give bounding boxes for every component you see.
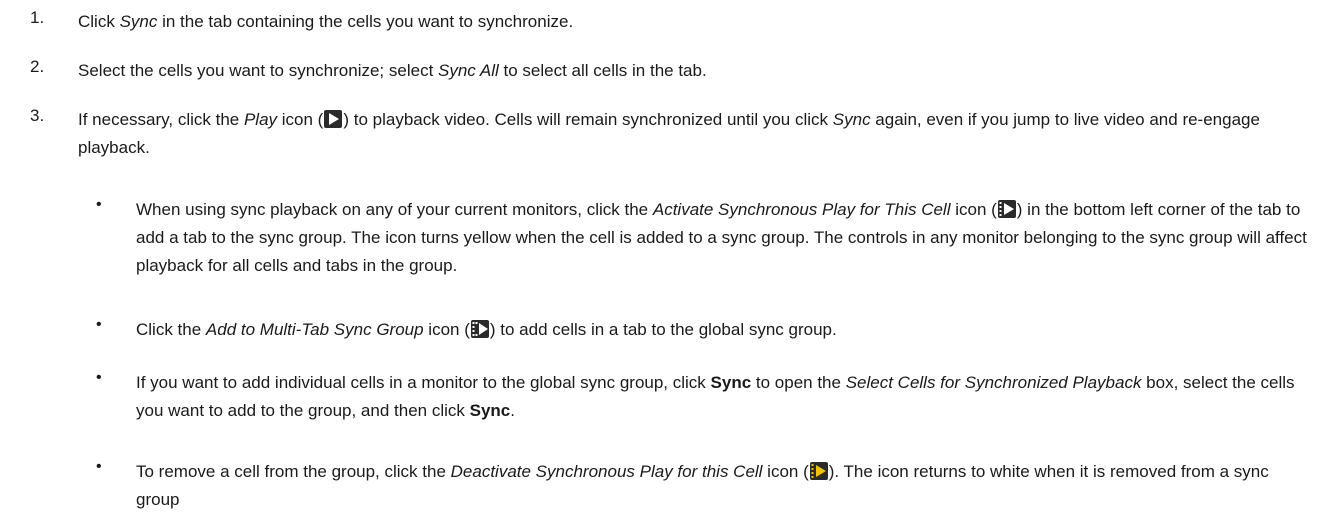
ui-term-sync: Sync — [469, 401, 511, 420]
step-text: Select the cells you want to synchronize… — [78, 61, 707, 80]
sync-play-icon — [997, 200, 1016, 218]
bullet-text: If you want to add individual cells in a… — [136, 373, 1295, 420]
step-text: Click Sync in the tab containing the cel… — [78, 12, 574, 31]
bullet-marker: • — [96, 369, 102, 386]
sync-play-active-icon — [809, 462, 828, 480]
play-icon — [324, 110, 343, 128]
ui-term-multi-tab-sync: Add to Multi-Tab Sync Group — [205, 320, 424, 339]
bullet-marker: • — [96, 458, 102, 475]
bullet-text: Click the Add to Multi-Tab Sync Group ic… — [136, 320, 837, 339]
ui-term-deactivate-sync: Deactivate Synchronous Play for this Cel… — [450, 462, 763, 481]
ui-term-sync-all: Sync All — [438, 61, 499, 80]
step-number: 1. — [30, 8, 45, 27]
step-number: 2. — [30, 57, 45, 76]
bullet-text: When using sync playback on any of your … — [136, 200, 1307, 275]
ui-term-play: Play — [243, 110, 278, 129]
ui-term-sync: Sync — [832, 110, 871, 129]
ui-term-sync: Sync — [119, 12, 158, 31]
document: 1. Click Sync in the tab containing the … — [0, 0, 1320, 515]
ui-term-select-cells-box: Select Cells for Synchronized Playback — [845, 373, 1142, 392]
ui-term-activate-sync: Activate Synchronous Play for This Cell — [652, 200, 951, 219]
bullet-text: To remove a cell from the group, click t… — [136, 462, 1269, 509]
bullet-marker: • — [96, 196, 102, 213]
step-number: 3. — [30, 106, 45, 125]
step-text: If necessary, click the Play icon () to … — [78, 110, 1260, 157]
ui-term-sync: Sync — [710, 373, 752, 392]
multi-tab-sync-icon — [470, 320, 489, 338]
bullet-marker: • — [96, 316, 102, 333]
